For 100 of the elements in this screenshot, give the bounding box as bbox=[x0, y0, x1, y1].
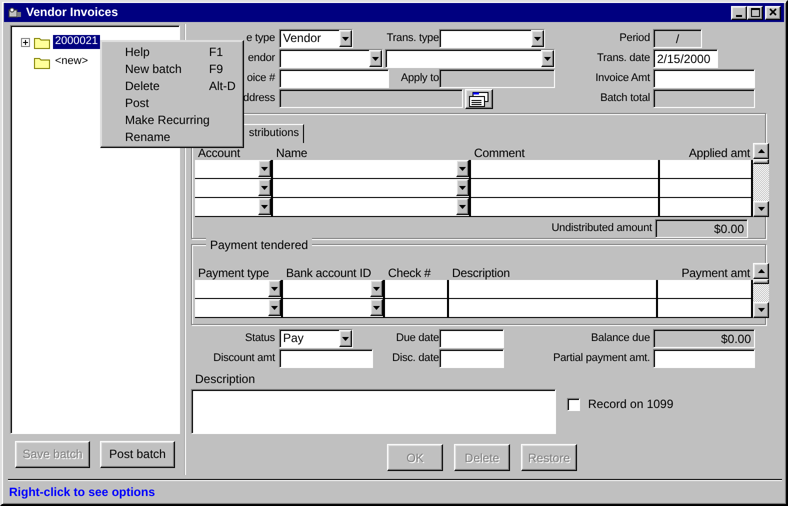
grid-cell[interactable] bbox=[660, 198, 753, 217]
combo-box[interactable] bbox=[385, 49, 555, 68]
caret-icon bbox=[342, 36, 349, 40]
scroll-down-button[interactable] bbox=[753, 302, 769, 318]
scroll-down-button[interactable] bbox=[753, 201, 769, 217]
column-header: Check # bbox=[388, 266, 431, 280]
dropdown-button[interactable] bbox=[268, 299, 281, 316]
close-button[interactable] bbox=[765, 6, 781, 20]
grid-cell[interactable] bbox=[660, 160, 753, 179]
group-title: Payment tendered bbox=[206, 238, 312, 252]
dropdown-button[interactable] bbox=[258, 179, 271, 196]
maximize-button[interactable] bbox=[747, 6, 763, 20]
checkbox[interactable] bbox=[567, 398, 580, 412]
field-label: oice # bbox=[246, 72, 275, 86]
scroll-up-button[interactable] bbox=[753, 263, 769, 279]
column-header: Payment amt bbox=[682, 266, 750, 280]
dropdown-button[interactable] bbox=[541, 50, 554, 67]
read-only-field[interactable] bbox=[439, 69, 555, 88]
grid-cell[interactable] bbox=[283, 299, 385, 318]
dropdown-button[interactable] bbox=[339, 330, 352, 347]
field-label: Due date bbox=[396, 332, 439, 346]
grid-cell[interactable] bbox=[195, 160, 273, 179]
grid-cell[interactable] bbox=[660, 179, 753, 198]
text-field[interactable] bbox=[653, 349, 755, 368]
text-field[interactable] bbox=[653, 69, 755, 88]
tree-item[interactable]: 2000021 bbox=[53, 35, 100, 49]
dropdown-button[interactable] bbox=[369, 50, 382, 67]
grid-cell[interactable] bbox=[658, 280, 753, 299]
text-field[interactable] bbox=[279, 69, 389, 88]
read-only-field[interactable] bbox=[279, 89, 463, 108]
grid-cell[interactable] bbox=[195, 198, 273, 217]
batch-button[interactable]: Post batch bbox=[100, 441, 175, 468]
text-field[interactable] bbox=[439, 349, 504, 368]
read-only-field[interactable]: / bbox=[653, 29, 702, 48]
dropdown-button[interactable] bbox=[370, 280, 383, 297]
dropdown-button[interactable] bbox=[531, 30, 544, 47]
column-header: Account bbox=[198, 146, 240, 160]
scrollbar[interactable] bbox=[753, 263, 769, 318]
grid-cell[interactable] bbox=[283, 280, 385, 299]
grid-cell[interactable] bbox=[471, 179, 660, 198]
grid-cell[interactable] bbox=[385, 280, 449, 299]
menu-item[interactable]: Delete Alt-D bbox=[101, 78, 243, 95]
caret-icon bbox=[271, 286, 278, 290]
caret-icon bbox=[261, 186, 268, 190]
combo-box[interactable] bbox=[439, 29, 545, 48]
up-arrow-icon bbox=[758, 269, 764, 273]
dropdown-button[interactable] bbox=[268, 280, 281, 297]
lookup-button[interactable] bbox=[465, 89, 493, 109]
dropdown-button[interactable] bbox=[339, 30, 352, 47]
dropdown-button[interactable] bbox=[258, 160, 271, 177]
caret-icon bbox=[544, 56, 551, 60]
field-label: Status bbox=[245, 332, 275, 346]
scroll-thumb[interactable] bbox=[753, 279, 769, 284]
grid-cell[interactable] bbox=[273, 179, 471, 198]
field-label: Period bbox=[619, 32, 650, 46]
column-header: Comment bbox=[474, 146, 525, 160]
grid-cell[interactable] bbox=[385, 299, 449, 318]
menu-item[interactable]: Post bbox=[101, 95, 243, 112]
caret-icon bbox=[459, 166, 466, 170]
text-field[interactable]: 2/15/2000 bbox=[653, 49, 718, 68]
menu-item[interactable]: Help F1 bbox=[101, 44, 243, 61]
grid-cell[interactable] bbox=[449, 299, 658, 318]
grid-cell[interactable] bbox=[195, 280, 283, 299]
text-field[interactable] bbox=[279, 349, 373, 368]
caret-icon bbox=[342, 336, 349, 340]
dropdown-button[interactable] bbox=[258, 198, 271, 215]
tree-item[interactable]: <new> bbox=[53, 55, 90, 69]
dropdown-button[interactable] bbox=[456, 160, 469, 177]
description-field[interactable] bbox=[191, 389, 556, 434]
grid-cell[interactable] bbox=[273, 198, 471, 217]
grid-cell[interactable] bbox=[195, 179, 273, 198]
text-field[interactable] bbox=[439, 329, 504, 348]
minimize-button[interactable] bbox=[731, 6, 747, 20]
minimize-icon bbox=[736, 15, 742, 17]
field-label: Trans. type bbox=[386, 32, 439, 46]
grid-cell[interactable] bbox=[273, 160, 471, 179]
combo-box[interactable] bbox=[279, 49, 383, 68]
field-label: Description bbox=[195, 372, 256, 386]
dropdown-button[interactable] bbox=[370, 299, 383, 316]
scrollbar[interactable] bbox=[753, 143, 769, 217]
grid-cell[interactable] bbox=[471, 160, 660, 179]
read-only-field[interactable]: $0.00 bbox=[653, 329, 755, 348]
grid-cell[interactable] bbox=[195, 299, 283, 318]
caret-icon bbox=[373, 286, 380, 290]
read-only-field[interactable]: $0.00 bbox=[655, 219, 748, 238]
combo-box[interactable]: Pay bbox=[279, 329, 353, 348]
scroll-up-button[interactable] bbox=[753, 143, 769, 159]
scroll-thumb[interactable] bbox=[753, 159, 769, 164]
down-arrow-icon bbox=[758, 308, 764, 312]
menu-item[interactable]: New batch F9 bbox=[101, 61, 243, 78]
folder-icon bbox=[34, 36, 50, 48]
grid-cell[interactable] bbox=[449, 280, 658, 299]
column-header: Name bbox=[276, 146, 308, 160]
combo-box[interactable]: Vendor bbox=[279, 29, 353, 48]
dropdown-button[interactable] bbox=[456, 198, 469, 215]
dropdown-button[interactable] bbox=[456, 179, 469, 196]
close-icon bbox=[768, 8, 778, 17]
grid-cell[interactable] bbox=[658, 299, 753, 318]
read-only-field[interactable] bbox=[653, 89, 755, 108]
grid-cell[interactable] bbox=[471, 198, 660, 217]
